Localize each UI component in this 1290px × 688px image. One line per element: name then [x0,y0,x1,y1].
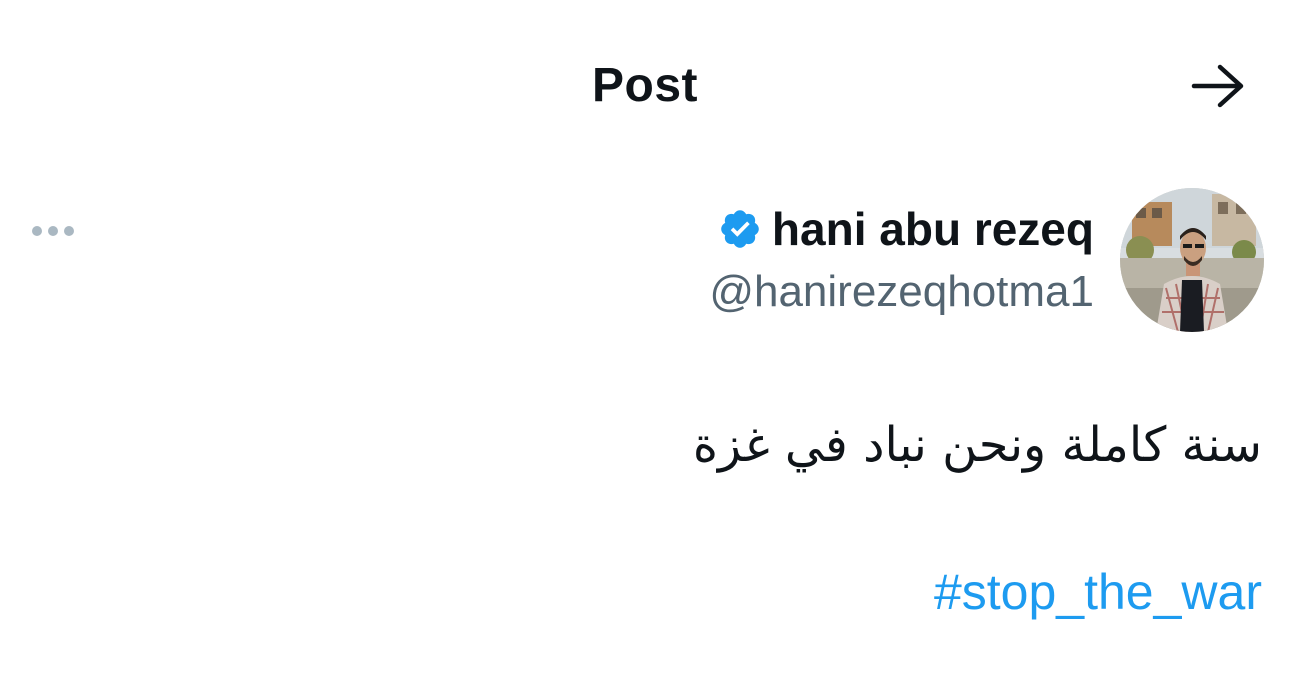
author-name-row: hani abu rezeq [709,198,1094,260]
page-title: Post [591,59,698,112]
avatar-photo [1120,188,1264,332]
arrow-right-icon [1191,64,1244,108]
avatar[interactable] [1120,188,1264,332]
post-text: سنة كاملة ونحن نباد في غزة [692,417,1262,473]
author-display-name[interactable]: hani abu rezeq [772,198,1094,260]
more-options-button[interactable] [26,216,80,246]
verified-badge-icon [721,210,759,248]
author-handle[interactable]: @hanirezeqhotma1 [709,260,1094,324]
back-button[interactable] [1186,58,1250,114]
hashtag-link[interactable]: #stop_the_war [934,560,1262,624]
author-block[interactable]: hani abu rezeq @hanirezeqhotma1 [709,198,1094,324]
more-options-icon [32,226,74,236]
